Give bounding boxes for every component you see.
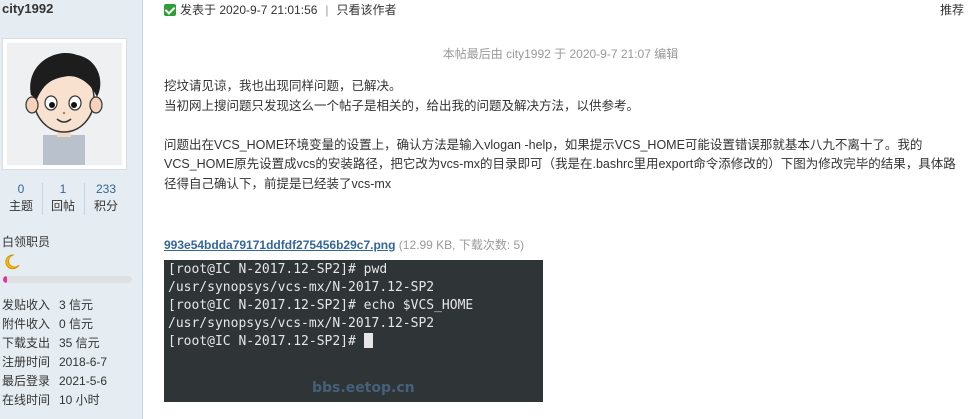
info-row-attachment-income: 附件收入 0 信元 (2, 315, 107, 334)
user-group[interactable]: 白领职员 (2, 233, 50, 250)
terminal-line: [root@IC N-2017.12-SP2]# pwd (168, 262, 388, 277)
terminal-prompt: [root@IC N-2017.12-SP2]# (168, 334, 364, 349)
level-progress-bar (3, 276, 132, 283)
post-paragraph: 当初网上搜问题只发现这么一个帖子是相关的，给出我的问题及解决方法，以供参考。 (164, 98, 640, 113)
terminal-prompt-line: [root@IC N-2017.12-SP2]# (168, 333, 539, 351)
watermark: bbs.eetop.cn (312, 380, 415, 396)
terminal-cursor (363, 333, 373, 348)
info-value: 0 信元 (59, 317, 94, 331)
info-value: 35 信元 (59, 336, 100, 350)
post-date: 发表于 2020-9-7 21:01:56 (180, 3, 318, 17)
online-status-icon (164, 4, 176, 16)
post-paragraph: 问题出在VCS_HOME环境变量的设置上，确认方法是输入vlogan -help… (164, 137, 956, 191)
level-progress-fill (3, 276, 7, 283)
attachment-link[interactable]: 993e54bdda79171ddfdf275456b29c7.png (164, 238, 395, 252)
info-value: 2021-5-6 (59, 374, 108, 388)
attachment: 993e54bdda79171ddfdf275456b29c7.png (12.… (164, 237, 524, 253)
info-key: 在线时间 (2, 393, 51, 407)
terminal-screenshot[interactable]: [root@IC N-2017.12-SP2]# pwd /usr/synops… (164, 260, 543, 402)
moon-rank-icon (4, 254, 20, 273)
terminal-line: /usr/synopsys/vcs-mx/N-2017.12-SP2 (168, 280, 435, 295)
recommend-link[interactable]: 推荐 (940, 1, 964, 19)
author-info-list: 发贴收入 3 信元 附件收入 0 信元 下载支出 35 信元 注册时间 2018-6-7… (2, 296, 107, 410)
info-value: 10 小时 (59, 393, 100, 407)
post-meta: 发表于 2020-9-7 21:01:56 | 只看该作者 (164, 1, 397, 19)
only-author-link[interactable]: 只看该作者 (337, 3, 397, 17)
info-key: 发贴收入 (2, 298, 51, 312)
stat-replies-value[interactable]: 1 (42, 181, 84, 197)
post-body: 挖坟请见谅，我也出现同样问题，已解决。 当初网上搜问题只发现这么一个帖子是相关的… (164, 77, 964, 194)
stat-topics[interactable]: 0 主题 (0, 181, 42, 215)
stat-points-value[interactable]: 233 (85, 181, 127, 197)
author-name[interactable]: city1992 (2, 1, 53, 16)
info-key: 附件收入 (2, 317, 51, 331)
author-sidebar: city1992 0 主题 1 回帖 233 积分 白领职员 发贴收入 3 信元… (0, 0, 143, 419)
attachment-meta: (12.99 KB, 下载次数: 5) (398, 238, 525, 252)
stat-topics-value[interactable]: 0 (0, 181, 42, 197)
meta-separator: | (325, 3, 329, 17)
stat-points[interactable]: 233 积分 (85, 181, 127, 215)
avatar[interactable] (2, 38, 127, 170)
info-value: 2018-6-7 (59, 355, 108, 369)
terminal-line: /usr/synopsys/vcs-mx/N-2017.12-SP2 (168, 316, 435, 331)
info-row-last-login: 最后登录 2021-5-6 (2, 372, 107, 391)
post-paragraph: 挖坟请见谅，我也出现同样问题，已解决。 (164, 79, 402, 93)
stat-points-label[interactable]: 积分 (85, 197, 127, 215)
stat-replies-label[interactable]: 回帖 (42, 197, 84, 215)
info-key: 下载支出 (2, 336, 51, 350)
edit-note: 本帖最后由 city1992 于 2020-9-7 21:07 编辑 (442, 47, 679, 61)
info-value: 3 信元 (59, 298, 94, 312)
author-stats: 0 主题 1 回帖 233 积分 (0, 181, 127, 217)
cartoon-avatar-icon (7, 43, 122, 165)
terminal-line: [root@IC N-2017.12-SP2]# echo $VCS_HOME (168, 298, 474, 313)
stat-topics-label[interactable]: 主题 (0, 197, 42, 215)
post-content: 发表于 2020-9-7 21:01:56 | 只看该作者 推荐 本帖最后由 cit… (143, 0, 978, 419)
info-row-online-time: 在线时间 10 小时 (2, 391, 107, 410)
info-key: 最后登录 (2, 374, 51, 388)
stat-replies[interactable]: 1 回帖 (42, 181, 84, 215)
info-row-register-date: 注册时间 2018-6-7 (2, 353, 107, 372)
info-key: 注册时间 (2, 355, 51, 369)
info-row-post-income: 发贴收入 3 信元 (2, 296, 107, 315)
info-row-download-spend: 下载支出 35 信元 (2, 334, 107, 353)
